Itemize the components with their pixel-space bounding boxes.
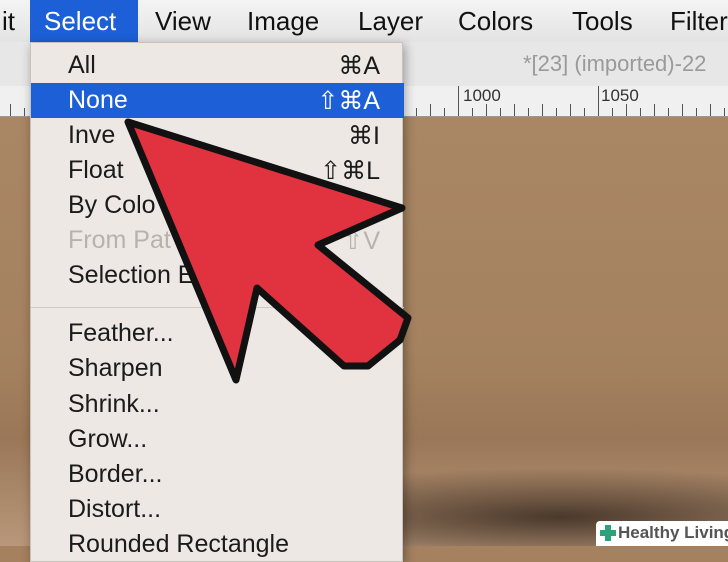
watermark-text: Healthy Living	[618, 523, 728, 542]
plus-logo-icon	[600, 525, 616, 541]
watermark: Healthy Living	[596, 521, 728, 546]
pointer-arrow-icon	[124, 118, 412, 384]
